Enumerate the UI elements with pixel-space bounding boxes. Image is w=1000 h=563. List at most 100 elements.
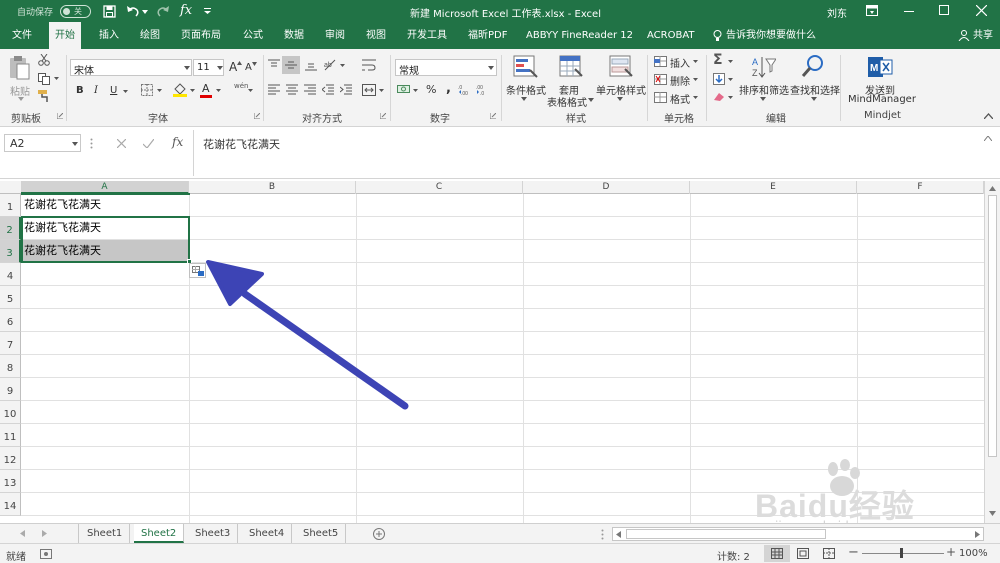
fill-icon[interactable] <box>713 73 725 85</box>
orientation-icon[interactable]: ab <box>323 58 337 72</box>
function-icon[interactable]: fx <box>180 3 192 18</box>
format-as-table-icon[interactable] <box>559 55 583 79</box>
accounting-format-icon[interactable] <box>397 83 411 95</box>
horizontal-scroll-thumb[interactable] <box>626 529 826 539</box>
next-sheet-icon[interactable] <box>42 530 47 537</box>
tab-foxit-pdf[interactable]: 福昕PDF <box>468 22 507 49</box>
merge-center-icon[interactable] <box>362 84 376 96</box>
align-bottom-icon[interactable] <box>305 59 317 71</box>
accounting-dropdown-icon[interactable] <box>413 89 418 92</box>
tab-review[interactable]: 审阅 <box>325 22 345 49</box>
row-header-8[interactable]: 8 <box>0 355 21 378</box>
macro-record-icon[interactable] <box>40 549 52 559</box>
align-center-icon[interactable] <box>286 84 298 96</box>
font-launcher-icon[interactable] <box>254 113 260 119</box>
column-header-c[interactable]: C <box>356 181 523 194</box>
underline-button[interactable]: U <box>110 85 117 96</box>
previous-sheet-icon[interactable] <box>20 530 25 537</box>
paste-icon[interactable] <box>8 55 30 81</box>
copy-icon[interactable] <box>38 73 50 85</box>
font-color-dropdown-icon[interactable] <box>216 89 221 92</box>
zoom-slider[interactable] <box>862 553 944 554</box>
row-header-2[interactable]: 2 <box>0 217 21 240</box>
fill-color-dropdown-icon[interactable] <box>190 89 195 92</box>
find-select-icon[interactable] <box>801 54 825 78</box>
page-layout-view-icon[interactable] <box>797 548 809 559</box>
row-header-1[interactable]: 1 <box>0 194 21 217</box>
cell-styles-icon[interactable] <box>609 55 633 79</box>
row-header-7[interactable]: 7 <box>0 332 21 355</box>
undo-icon[interactable] <box>126 5 140 17</box>
clear-icon[interactable] <box>713 92 725 102</box>
insert-cells-button[interactable]: 插入 <box>670 55 690 70</box>
font-size-select[interactable]: 11 <box>193 59 224 76</box>
user-name[interactable]: 刘东 <box>827 5 847 20</box>
row-header-3[interactable]: 3 <box>0 240 21 263</box>
borders-icon[interactable] <box>141 84 153 96</box>
fill-color-icon[interactable] <box>173 83 187 97</box>
format-cells-button[interactable]: 格式 <box>670 91 690 106</box>
mindmanager-icon[interactable]: M <box>867 55 893 79</box>
add-sheet-icon[interactable] <box>373 528 385 540</box>
format-dropdown-icon[interactable] <box>693 96 698 99</box>
share-button[interactable]: 共享 <box>973 22 993 49</box>
undo-dropdown-icon[interactable] <box>142 10 148 14</box>
tab-developer[interactable]: 开发工具 <box>407 22 447 49</box>
tab-split-handle-icon[interactable] <box>601 529 604 540</box>
shrink-font-button[interactable]: A <box>245 62 252 73</box>
tab-file[interactable]: 文件 <box>12 22 32 49</box>
autosum-icon[interactable]: Σ <box>713 52 723 68</box>
comma-style-button[interactable]: , <box>446 81 451 96</box>
row-header-13[interactable]: 13 <box>0 470 21 493</box>
increase-indent-icon[interactable] <box>340 84 352 96</box>
save-icon[interactable] <box>103 5 116 18</box>
merge-dropdown-icon[interactable] <box>379 89 384 92</box>
normal-view-icon[interactable] <box>771 548 783 559</box>
collapse-ribbon-icon[interactable] <box>984 113 993 119</box>
resize-handle-icon[interactable] <box>90 138 93 149</box>
row-header-11[interactable]: 11 <box>0 424 21 447</box>
paste-dropdown-icon[interactable] <box>18 97 24 101</box>
row-header-4[interactable]: 4 <box>0 263 21 286</box>
zoom-in-icon[interactable]: + <box>946 545 956 559</box>
delete-cells-button[interactable]: 删除 <box>670 73 690 88</box>
zoom-level[interactable]: 100% <box>959 548 988 559</box>
number-format-select[interactable]: 常规 <box>395 59 497 77</box>
orientation-dropdown-icon[interactable] <box>340 64 345 67</box>
formula-input[interactable]: 花谢花飞花满天 <box>203 136 280 152</box>
column-header-d[interactable]: D <box>523 181 690 194</box>
row-header-12[interactable]: 12 <box>0 447 21 470</box>
sheet-tab-4[interactable]: Sheet4 <box>242 524 293 543</box>
scroll-up-icon[interactable] <box>989 186 996 191</box>
cell-a1[interactable]: 花谢花飞花满天 <box>22 194 189 216</box>
format-painter-icon[interactable] <box>38 90 51 102</box>
tab-insert[interactable]: 插入 <box>99 22 119 49</box>
align-top-icon[interactable] <box>268 59 280 71</box>
cell-a3[interactable]: 花谢花飞花满天 <box>22 240 189 262</box>
sort-filter-button[interactable]: 排序和筛选 <box>739 82 789 97</box>
column-header-f[interactable]: F <box>857 181 984 194</box>
increase-decimal-icon[interactable]: .0.00 <box>458 83 472 95</box>
sheet-tab-3[interactable]: Sheet3 <box>188 524 239 543</box>
scroll-left-icon[interactable] <box>616 531 621 538</box>
insert-function-button[interactable]: fx <box>172 135 183 149</box>
format-cells-icon[interactable] <box>654 92 667 103</box>
sheet-tab-5[interactable]: Sheet5 <box>296 524 347 543</box>
sheet-tab-1[interactable]: Sheet1 <box>80 524 131 543</box>
grow-font-button[interactable]: A <box>229 60 237 74</box>
wrap-text-icon[interactable] <box>362 58 376 72</box>
find-select-button[interactable]: 查找和选择 <box>790 82 840 97</box>
row-header-9[interactable]: 9 <box>0 378 21 401</box>
percent-style-button[interactable]: % <box>426 83 436 96</box>
phonetic-button[interactable]: wén <box>234 82 248 90</box>
phonetic-dropdown-icon[interactable] <box>248 89 253 92</box>
page-break-preview-icon[interactable] <box>823 548 835 559</box>
delete-dropdown-icon[interactable] <box>693 78 698 81</box>
copy-dropdown-icon[interactable] <box>54 77 59 80</box>
share-icon[interactable] <box>958 30 970 41</box>
number-launcher-icon[interactable] <box>490 113 496 119</box>
tab-data[interactable]: 数据 <box>284 22 304 49</box>
tab-home[interactable]: 开始 <box>49 22 81 50</box>
name-box[interactable]: A2 <box>4 134 81 152</box>
decrease-indent-icon[interactable] <box>322 84 334 96</box>
